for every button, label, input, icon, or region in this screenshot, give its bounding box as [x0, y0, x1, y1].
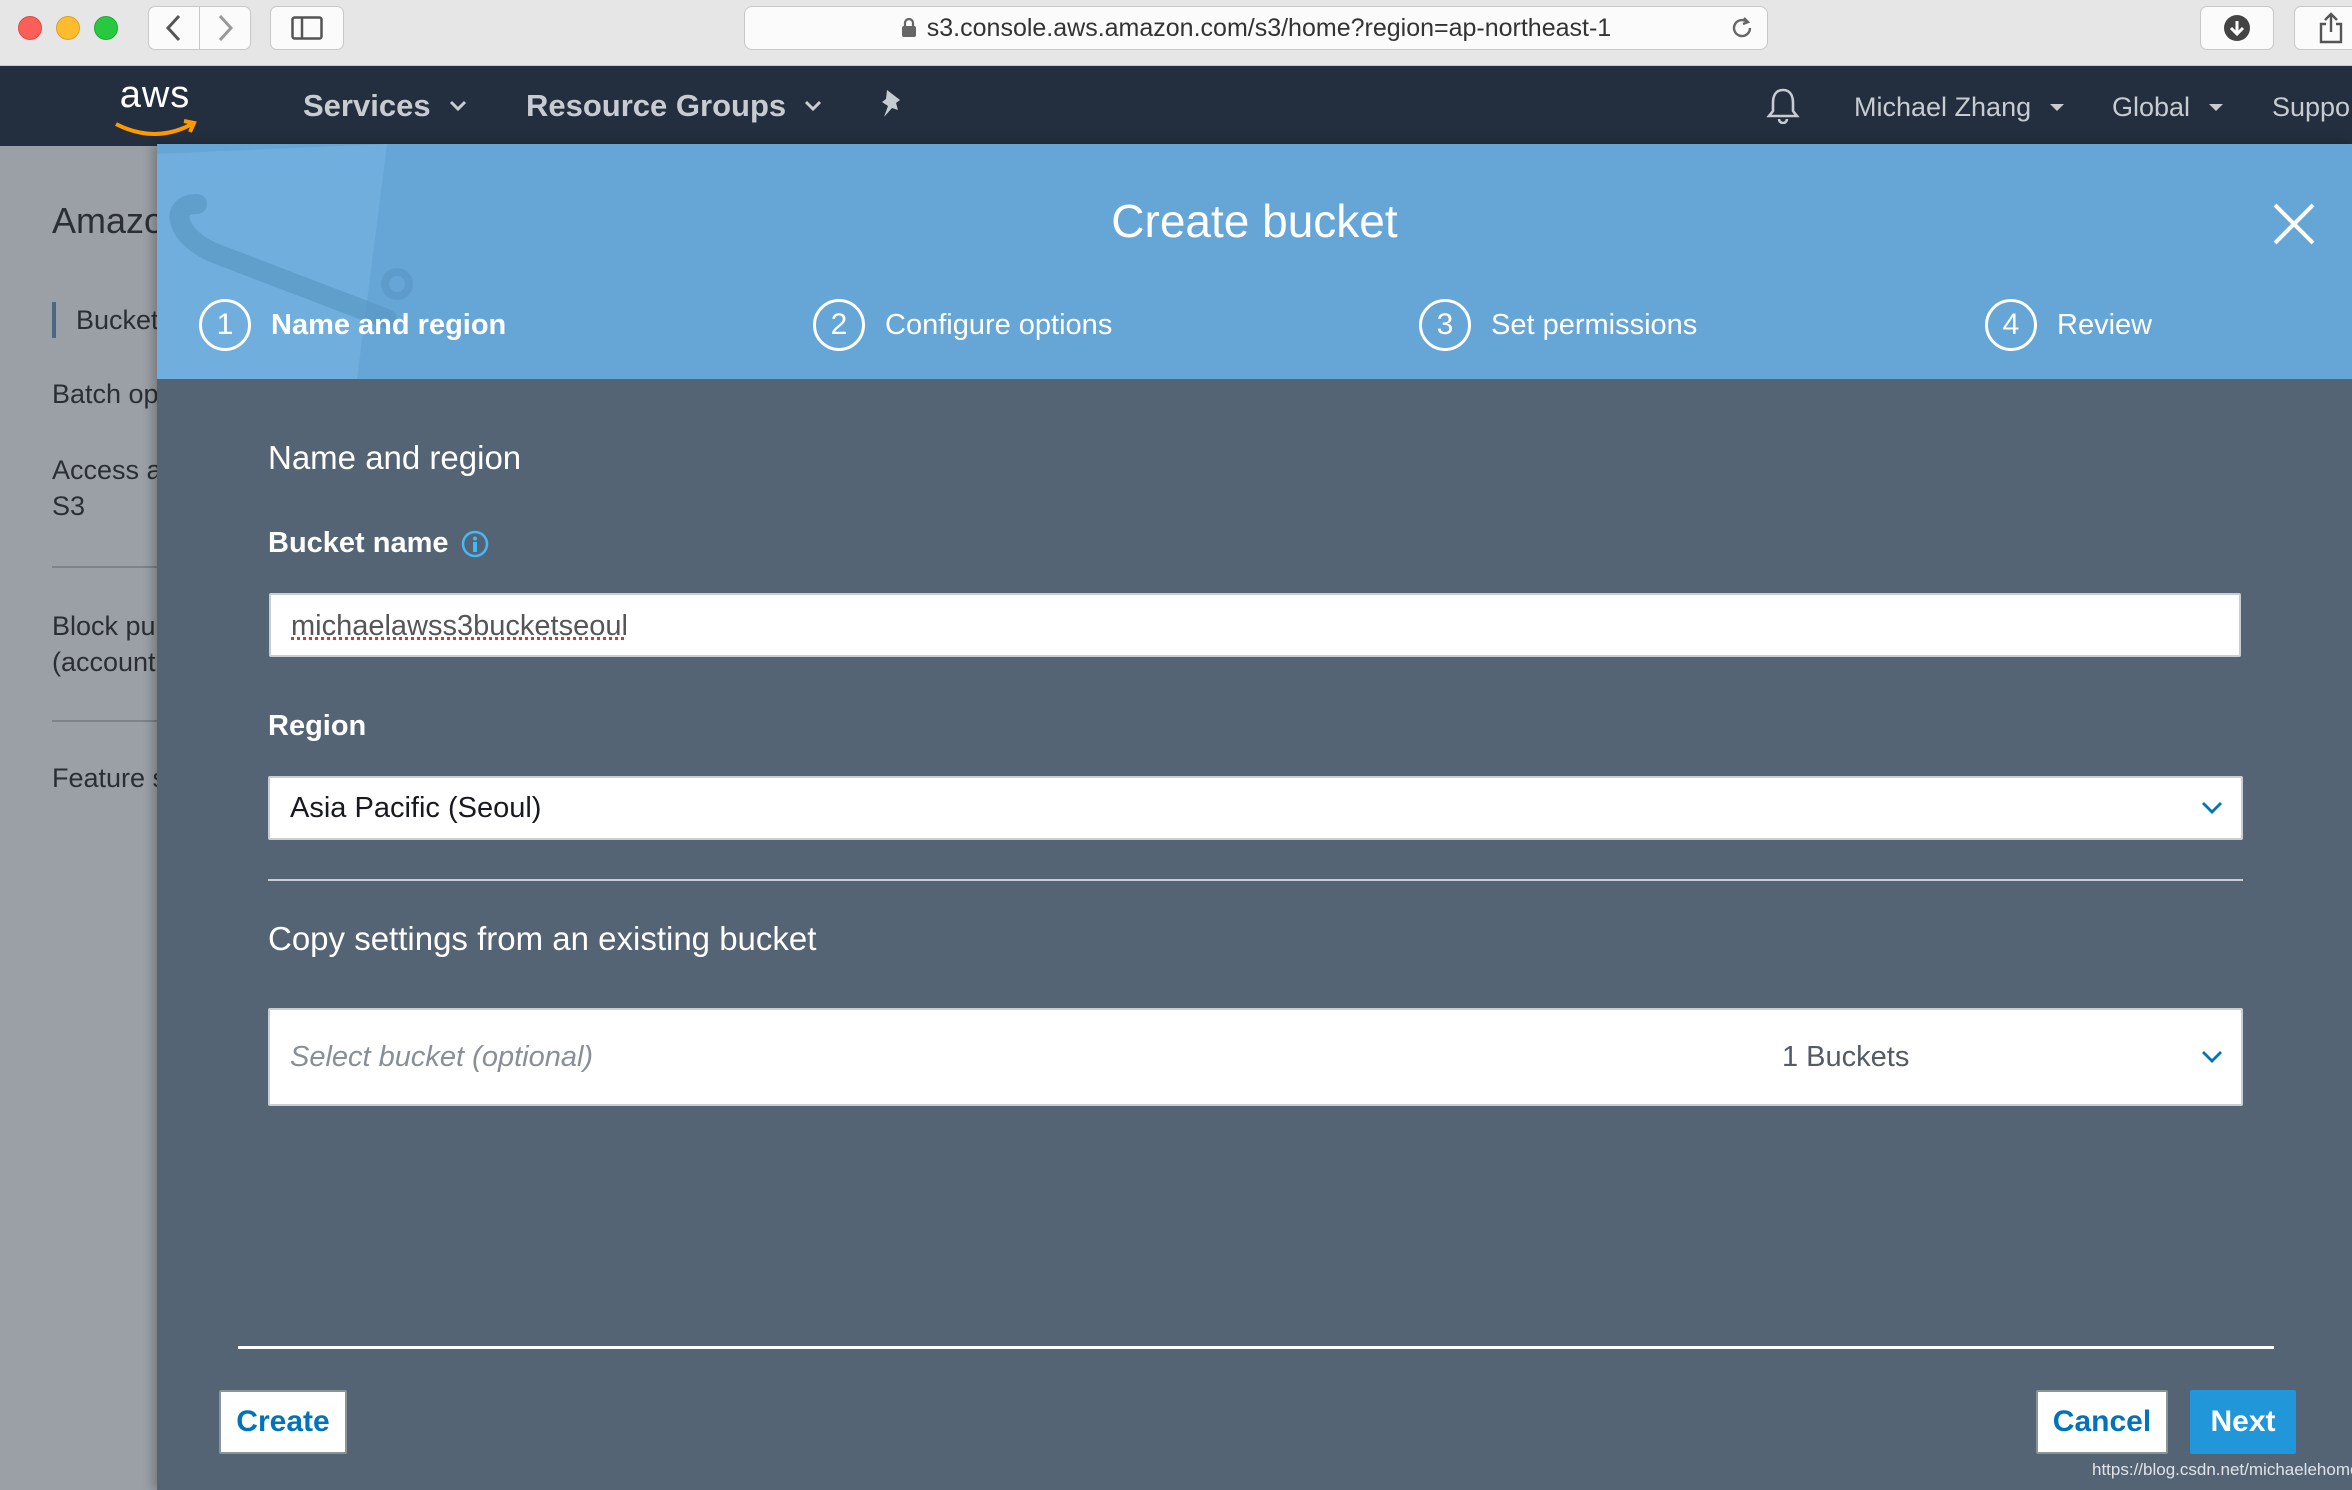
step-label: Configure options	[885, 308, 1113, 341]
forward-button[interactable]	[199, 6, 251, 50]
close-icon[interactable]	[2269, 199, 2319, 249]
step-number: 1	[199, 299, 251, 351]
chevron-down-icon	[2202, 1051, 2222, 1063]
next-button[interactable]: Next	[2190, 1390, 2296, 1454]
step-label: Name and region	[271, 308, 507, 341]
close-window-button[interactable]	[18, 16, 42, 40]
caret-down-icon	[2050, 103, 2065, 111]
aws-smile-icon	[115, 119, 197, 136]
sidebar-item-access-analyzer[interactable]: Access a S3	[52, 452, 160, 524]
region-selected-value: Asia Pacific (Seoul)	[290, 791, 542, 824]
sidebar-icon	[291, 16, 323, 40]
step-number: 4	[1985, 299, 2037, 351]
download-icon	[2224, 15, 2250, 41]
browser-toolbar: s3.console.aws.amazon.com/s3/home?region…	[0, 0, 2352, 66]
services-menu[interactable]: Services	[303, 88, 467, 124]
chevron-left-icon	[165, 14, 181, 42]
lock-icon	[901, 18, 916, 37]
step-number: 3	[1419, 299, 1471, 351]
info-icon[interactable]	[461, 530, 489, 558]
caret-down-icon	[805, 100, 822, 112]
sidebar-divider	[52, 566, 160, 568]
section-title: Name and region	[268, 439, 522, 476]
address-bar[interactable]: s3.console.aws.amazon.com/s3/home?region…	[744, 6, 1768, 50]
sidebar-item-feature-spotlight[interactable]: Feature s	[52, 760, 160, 796]
resource-groups-menu[interactable]: Resource Groups	[526, 88, 822, 124]
reload-icon[interactable]	[1729, 15, 1755, 41]
create-bucket-modal: Create bucket 1 Name and region 2 Config…	[157, 144, 2352, 1490]
step-label: Set permissions	[1491, 308, 1698, 341]
sidebar-item-batch-operations[interactable]: Batch op	[52, 376, 159, 412]
sidebar-toggle-button[interactable]	[270, 6, 344, 50]
modal-title: Create bucket	[1111, 195, 1398, 247]
section-divider	[268, 879, 2243, 881]
minimize-window-button[interactable]	[56, 16, 80, 40]
footer-divider	[238, 1346, 2274, 1349]
url-text: s3.console.aws.amazon.com/s3/home?region…	[926, 13, 1612, 42]
step-review[interactable]: 4 Review	[1985, 299, 2152, 351]
copy-bucket-select[interactable]: Select bucket (optional) 1 Buckets	[268, 1008, 2243, 1106]
create-button[interactable]: Create	[219, 1390, 347, 1454]
share-button[interactable]	[2294, 6, 2352, 50]
bucket-name-input[interactable]	[269, 593, 2241, 657]
region-menu[interactable]: Global	[2112, 92, 2224, 123]
maximize-window-button[interactable]	[94, 16, 118, 40]
share-icon	[2319, 12, 2343, 44]
copy-bucket-placeholder: Select bucket (optional)	[290, 1040, 594, 1073]
sidebar-divider	[52, 720, 160, 722]
cancel-button[interactable]: Cancel	[2036, 1390, 2168, 1454]
support-menu[interactable]: Suppo	[2272, 92, 2350, 123]
s3-sidebar: Amazo Bucket Batch op Access a S3 Block …	[0, 146, 160, 1490]
region-select[interactable]: Asia Pacific (Seoul)	[268, 776, 2243, 840]
copy-settings-title: Copy settings from an existing bucket	[268, 920, 817, 957]
back-button[interactable]	[148, 6, 200, 50]
aws-logo[interactable]: aws	[110, 74, 200, 136]
caret-down-icon	[2209, 103, 2224, 111]
modal-header: Create bucket 1 Name and region 2 Config…	[157, 144, 2352, 379]
chevron-down-icon	[2202, 802, 2222, 814]
step-number: 2	[813, 299, 865, 351]
bucket-name-label: Bucket name	[268, 527, 489, 560]
downloads-button[interactable]	[2200, 6, 2274, 50]
caret-down-icon	[449, 100, 466, 112]
bucket-count: 1 Buckets	[1782, 1040, 1910, 1073]
account-menu[interactable]: Michael Zhang	[1854, 92, 2065, 123]
sidebar-item-block-public-access[interactable]: Block pu (account	[52, 608, 156, 680]
aws-console-header: aws Services Resource Groups Michael Zha…	[0, 66, 2352, 146]
sidebar-item-buckets[interactable]: Bucket	[52, 302, 159, 338]
sidebar-title: Amazo	[52, 200, 160, 241]
step-name-and-region[interactable]: 1 Name and region	[199, 299, 506, 351]
pin-icon[interactable]	[878, 88, 906, 120]
step-configure-options[interactable]: 2 Configure options	[813, 299, 1112, 351]
watermark-text: https://blog.csdn.net/michaelehome	[2092, 1460, 2352, 1479]
step-label: Review	[2057, 308, 2153, 341]
region-label: Region	[268, 710, 367, 742]
chevron-right-icon	[218, 14, 234, 42]
bell-icon[interactable]	[1766, 86, 1800, 124]
step-set-permissions[interactable]: 3 Set permissions	[1419, 299, 1697, 351]
